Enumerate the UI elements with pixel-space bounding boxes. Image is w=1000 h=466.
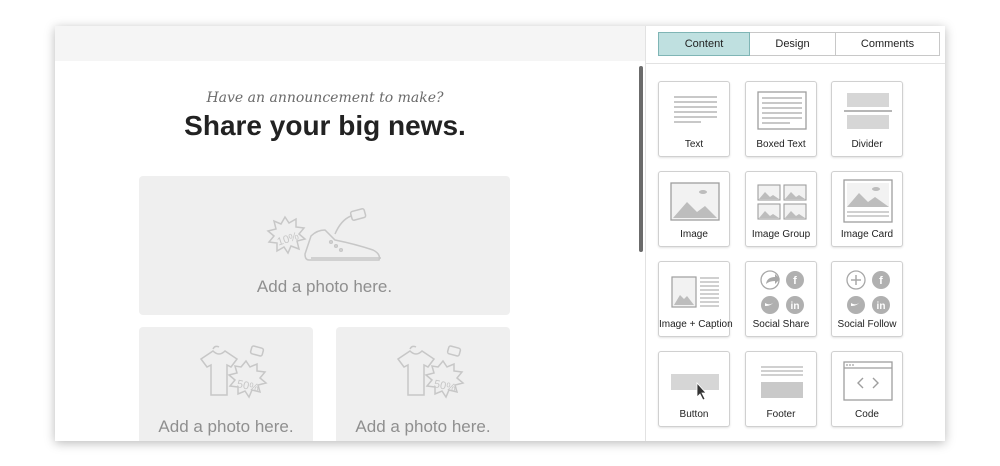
- social-follow-block-icon: f in: [846, 270, 890, 314]
- editor-toolbar: [55, 26, 645, 61]
- block-image-group[interactable]: Image Group: [745, 171, 817, 247]
- shoe-sale-icon: 10%: [266, 208, 381, 261]
- shirt-sale-icon: 50%: [199, 345, 268, 399]
- block-boxed-text[interactable]: Boxed Text: [745, 81, 817, 157]
- block-label: Social Share: [752, 319, 810, 330]
- tab-content[interactable]: Content: [658, 32, 750, 56]
- block-divider[interactable]: Divider: [831, 81, 903, 157]
- block-label: Divider: [851, 139, 883, 150]
- block-button[interactable]: Button: [658, 351, 730, 427]
- image-card-block-icon: [843, 179, 893, 223]
- canvas-scrollbar[interactable]: [639, 66, 643, 252]
- block-label: Image + Caption: [659, 319, 733, 330]
- block-label: Code: [855, 409, 879, 420]
- svg-text:50%: 50%: [236, 378, 260, 394]
- photo-placeholder[interactable]: 50% Add a photo here.: [139, 327, 313, 441]
- content-panel: Content Design Comments Text Boxed Text …: [645, 26, 945, 441]
- svg-text:f: f: [793, 275, 797, 287]
- divider: [646, 63, 945, 64]
- social-share-block-icon: f in: [760, 270, 804, 314]
- block-label: Button: [679, 409, 709, 420]
- block-image-card[interactable]: Image Card: [831, 171, 903, 247]
- preheader-text[interactable]: Have an announcement to make?: [55, 90, 595, 106]
- block-label: Image: [680, 229, 708, 240]
- block-label: Footer: [766, 409, 796, 420]
- photo-placeholder[interactable]: 10% Add a photo here.: [139, 176, 510, 315]
- photo-caption: Add a photo here.: [355, 417, 491, 436]
- image-group-block-icon: [757, 184, 807, 220]
- image-block-icon: [670, 182, 720, 221]
- panel-tabs: Content Design Comments: [658, 32, 940, 56]
- image-caption-block-icon: [671, 276, 719, 308]
- block-image-caption[interactable]: Image + Caption: [658, 261, 733, 337]
- footer-block-icon: [761, 366, 803, 398]
- block-label: Text: [684, 139, 704, 150]
- block-label: Social Follow: [837, 319, 897, 330]
- svg-text:f: f: [879, 275, 883, 287]
- block-label: Image Group: [751, 229, 811, 240]
- block-label: Boxed Text: [756, 139, 806, 150]
- svg-text:in: in: [877, 301, 886, 312]
- button-block-icon: [671, 374, 719, 401]
- svg-text:10%: 10%: [276, 230, 301, 248]
- headline-text[interactable]: Share your big news.: [55, 110, 595, 142]
- tab-comments[interactable]: Comments: [835, 32, 940, 56]
- svg-text:50%: 50%: [433, 378, 457, 394]
- block-code[interactable]: Code: [831, 351, 903, 427]
- app-window: Have an announcement to make? Share your…: [55, 26, 945, 441]
- svg-text:in: in: [791, 301, 800, 312]
- photo-caption: Add a photo here.: [158, 417, 294, 436]
- block-text[interactable]: Text: [658, 81, 730, 157]
- boxed-text-block-icon: [757, 91, 807, 130]
- block-footer[interactable]: Footer: [745, 351, 817, 427]
- divider-block-icon: [844, 93, 892, 129]
- photo-placeholder[interactable]: 50% Add a photo here.: [336, 327, 510, 441]
- text-block-icon: [674, 96, 717, 123]
- block-image[interactable]: Image: [658, 171, 730, 247]
- block-label: Image Card: [840, 229, 894, 240]
- photo-caption: Add a photo here.: [256, 277, 393, 296]
- tab-design[interactable]: Design: [749, 32, 836, 56]
- block-social-follow[interactable]: f in Social Follow: [831, 261, 903, 337]
- shirt-sale-icon: 50%: [396, 345, 465, 399]
- code-block-icon: [843, 361, 893, 401]
- block-social-share[interactable]: f in Social Share: [745, 261, 817, 337]
- email-canvas: Have an announcement to make? Share your…: [55, 26, 645, 441]
